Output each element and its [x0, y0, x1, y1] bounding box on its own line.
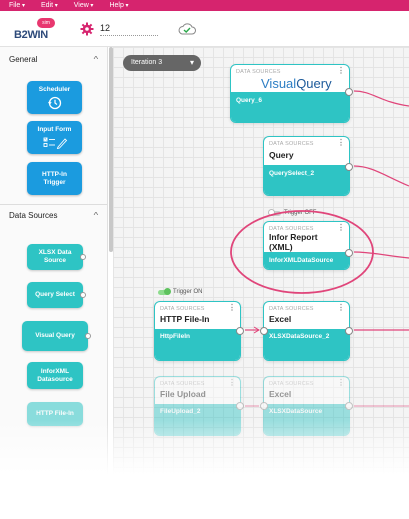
node-title: File Upload: [160, 389, 206, 399]
input-port[interactable]: [260, 402, 268, 410]
http-in-trigger-button[interactable]: HTTP-In Trigger: [27, 162, 82, 195]
node-title: HTTP File-In: [160, 314, 210, 324]
node-kind: DATA SOURCES: [236, 69, 281, 75]
node-excel[interactable]: DATA SOURCES ⋮ Excel XLSXDataSource_2: [260, 301, 353, 361]
logo-text: B2WIN: [14, 29, 48, 41]
chevron-up-icon[interactable]: ^: [94, 55, 99, 64]
toggle-label: Trigger OFF: [284, 210, 317, 216]
node-footer: FileUpload_2: [155, 404, 240, 435]
logo-visual-text: Visual: [261, 76, 297, 91]
more-options-icon[interactable]: ⋮: [337, 304, 345, 312]
section-general-header[interactable]: General ^: [0, 50, 107, 68]
output-port[interactable]: [236, 402, 244, 410]
http-in-trigger-label: HTTP-In Trigger: [42, 170, 67, 186]
section-divider: [0, 204, 107, 205]
more-options-icon[interactable]: ⋮: [337, 139, 345, 147]
node-kind: DATA SOURCES: [269, 141, 314, 147]
palette-http-file-in-label: HTTP File-In: [36, 410, 74, 417]
output-port[interactable]: [345, 327, 353, 335]
node-title: Infor Report (XML): [269, 232, 318, 252]
logo-query-text: Query: [296, 76, 332, 91]
menu-view[interactable]: View: [74, 0, 94, 12]
output-port: [80, 254, 86, 260]
menu-edit[interactable]: Edit: [41, 0, 58, 12]
menu-bar: File Edit View Help: [0, 0, 409, 11]
trigger-toggle-on[interactable]: Trigger ON: [158, 288, 203, 295]
palette-inforxml-datasource[interactable]: InforXML Datasource: [27, 362, 83, 389]
node-infor-report[interactable]: DATA SOURCES ⋮ Infor Report (XML) InforX…: [263, 221, 353, 270]
node-http-file-in[interactable]: DATA SOURCES ⋮ HTTP File-In HttpFileIn: [154, 301, 244, 361]
output-port[interactable]: [345, 249, 353, 257]
cloud-saved-icon: [178, 23, 196, 35]
output-port[interactable]: [345, 163, 353, 171]
node-title: Excel: [269, 314, 292, 324]
node-footer: XLSXDataSource: [264, 404, 349, 435]
section-data-sources-title: Data Sources: [9, 210, 58, 220]
iteration-select[interactable]: Iteration 3: [123, 55, 201, 71]
toggle-track: [158, 288, 171, 295]
menu-help[interactable]: Help: [109, 0, 128, 12]
output-port: [80, 292, 86, 298]
visual-query-logo: VisualQuery: [261, 76, 332, 91]
chevron-up-icon[interactable]: ^: [94, 211, 99, 220]
more-options-icon[interactable]: ⋮: [228, 379, 236, 387]
palette-visual-query[interactable]: Visual Query: [22, 321, 91, 351]
more-options-icon[interactable]: ⋮: [337, 224, 345, 232]
node-title: Excel: [269, 389, 292, 399]
project-name-underline: [100, 35, 158, 36]
palette-xlsx-label: XLSX Data Source: [38, 249, 72, 264]
node-footer: HttpFileIn: [155, 329, 240, 360]
node-footer: Query_6: [231, 92, 349, 122]
palette-query-select[interactable]: Query Select: [27, 282, 86, 308]
more-options-icon[interactable]: ⋮: [337, 379, 345, 387]
node-kind: DATA SOURCES: [269, 381, 314, 387]
input-port[interactable]: [260, 327, 268, 335]
node-title: Query: [269, 150, 294, 160]
project-name[interactable]: 12: [100, 23, 110, 33]
output-port: [85, 333, 91, 339]
node-footer: QuerySelect_2: [264, 165, 349, 195]
palette-http-file-in[interactable]: HTTP File-In: [27, 402, 83, 426]
palette-inforxml-label: InforXML Datasource: [37, 367, 73, 383]
node-kind: DATA SOURCES: [160, 306, 205, 312]
output-port[interactable]: [236, 327, 244, 335]
toggle-track: [268, 209, 281, 216]
menu-file[interactable]: File: [9, 0, 25, 12]
clock-refresh-icon: [47, 96, 61, 109]
gear-icon[interactable]: [80, 22, 94, 36]
toggle-label: Trigger ON: [173, 289, 203, 295]
logo: sim B2WIN: [12, 16, 56, 44]
node-footer: XLSXDataSource_2: [264, 329, 349, 360]
form-checklist-icon: [43, 137, 67, 149]
sidebar: General ^ Scheduler Input Form HTTP-In T…: [0, 47, 108, 519]
app-header: sim B2WIN 12: [0, 11, 409, 47]
node-excel-2[interactable]: DATA SOURCES ⋮ Excel XLSXDataSource: [260, 376, 353, 436]
node-kind: DATA SOURCES: [269, 306, 314, 312]
input-form-label: Input Form: [37, 126, 72, 133]
scheduler-label: Scheduler: [38, 85, 71, 93]
scheduler-button[interactable]: Scheduler: [27, 81, 82, 114]
more-options-icon[interactable]: ⋮: [337, 67, 345, 75]
output-port[interactable]: [345, 402, 353, 410]
input-form-button[interactable]: Input Form: [27, 121, 82, 154]
node-visual-query[interactable]: DATA SOURCES ⋮ VisualQuery Query_6: [230, 64, 353, 123]
trigger-toggle-off[interactable]: Trigger OFF: [268, 209, 317, 216]
section-data-sources-header[interactable]: Data Sources ^: [0, 206, 107, 224]
node-query[interactable]: DATA SOURCES ⋮ Query QuerySelect_2: [263, 136, 353, 196]
output-port[interactable]: [345, 88, 353, 96]
node-file-upload[interactable]: DATA SOURCES ⋮ File Upload FileUpload_2: [154, 376, 244, 436]
toggle-knob: [164, 288, 171, 295]
node-footer: InforXMLDataSource: [264, 252, 349, 269]
palette-query-select-label: Query Select: [35, 291, 75, 298]
palette-xlsx-data-source[interactable]: XLSX Data Source: [27, 244, 86, 270]
palette-visual-query-label: Visual Query: [35, 332, 75, 339]
toggle-knob: [268, 209, 275, 216]
logo-badge: sim: [37, 18, 55, 28]
node-kind: DATA SOURCES: [160, 381, 205, 387]
more-options-icon[interactable]: ⋮: [228, 304, 236, 312]
section-general-title: General: [9, 54, 38, 64]
